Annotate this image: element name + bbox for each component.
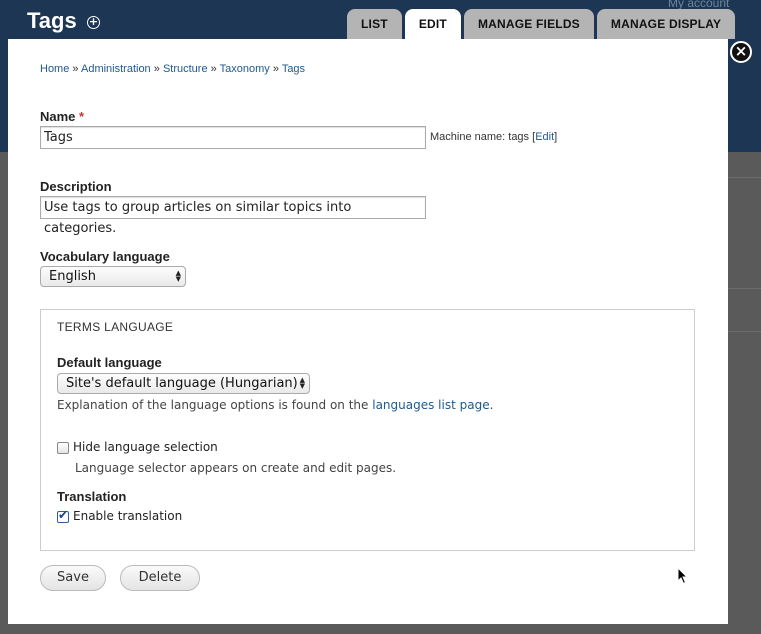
select-arrows-icon: ▲ ▼ (299, 376, 305, 390)
default-language-select[interactable]: Site's default language (Hungarian) ▲ ▼ (57, 373, 310, 394)
background-divider (728, 288, 761, 289)
add-shortcut-icon[interactable]: + (87, 16, 100, 29)
mouse-pointer-icon (677, 567, 689, 585)
breadcrumb-separator: » (153, 63, 160, 75)
tab-manage-display[interactable]: MANAGE DISPLAY (596, 9, 736, 39)
vocabulary-language-value: English (49, 269, 96, 284)
machine-name-edit-link[interactable]: Edit (535, 131, 554, 143)
terms-language-legend: TERMS LANGUAGE (57, 320, 174, 334)
select-arrows-icon: ▲ ▼ (175, 269, 181, 283)
enable-translation-checkbox[interactable] (57, 508, 69, 523)
tab-list[interactable]: LIST (347, 9, 402, 39)
close-icon: × (734, 42, 748, 60)
breadcrumb-separator: » (72, 63, 79, 75)
hide-language-selection-checkbox[interactable] (57, 442, 69, 454)
breadcrumb-administration[interactable]: Administration (81, 63, 151, 75)
name-input[interactable]: Tags (40, 126, 426, 149)
name-label: Name * (40, 109, 84, 124)
enable-translation-label[interactable]: Enable translation (73, 509, 182, 523)
name-label-text: Name (40, 109, 76, 124)
tab-edit[interactable]: EDIT (404, 9, 461, 39)
default-language-label: Default language (57, 355, 162, 370)
description-input[interactable]: Use tags to group articles on similar to… (40, 196, 426, 236)
hide-language-selection-label[interactable]: Hide language selection (73, 440, 218, 454)
default-language-value: Site's default language (Hungarian) (66, 376, 298, 391)
close-overlay-button[interactable]: × (730, 41, 752, 63)
required-marker: * (79, 109, 85, 124)
breadcrumb-separator: » (210, 63, 217, 75)
background-divider (728, 331, 761, 332)
terms-language-fieldset: TERMS LANGUAGE Default language Site's d… (40, 309, 695, 551)
language-options-description: Explanation of the language options is f… (57, 398, 493, 412)
background-divider (728, 177, 761, 178)
breadcrumb-home[interactable]: Home (40, 63, 69, 75)
save-button[interactable]: Save (40, 565, 106, 591)
page-title: Tags (27, 8, 77, 33)
language-options-text: Explanation of the language options is f… (57, 398, 369, 412)
description-label: Description (40, 179, 112, 194)
breadcrumb-separator: » (272, 63, 279, 75)
vocabulary-language-label: Vocabulary language (40, 249, 170, 264)
overlay-dialog: Home » Administration » Structure » Taxo… (8, 39, 728, 624)
tab-manage-fields[interactable]: MANAGE FIELDS (463, 9, 594, 39)
primary-tabs: LIST EDIT MANAGE FIELDS MANAGE DISPLAY (347, 9, 738, 39)
breadcrumb-tags[interactable]: Tags (282, 63, 305, 75)
hide-language-selection-description: Language selector appears on create and … (75, 461, 397, 475)
breadcrumb: Home » Administration » Structure » Taxo… (40, 63, 305, 75)
breadcrumb-taxonomy[interactable]: Taxonomy (220, 63, 270, 75)
delete-button[interactable]: Delete (120, 565, 200, 591)
translation-label: Translation (57, 489, 127, 504)
vocabulary-language-select[interactable]: English ▲ ▼ (40, 266, 186, 287)
language-options-period: . (489, 398, 494, 412)
machine-name-text: Machine name: tags (430, 131, 530, 143)
machine-name: Machine name: tags [Edit] (430, 131, 558, 143)
breadcrumb-structure[interactable]: Structure (163, 63, 208, 75)
languages-list-page-link[interactable]: languages list page (372, 398, 489, 412)
